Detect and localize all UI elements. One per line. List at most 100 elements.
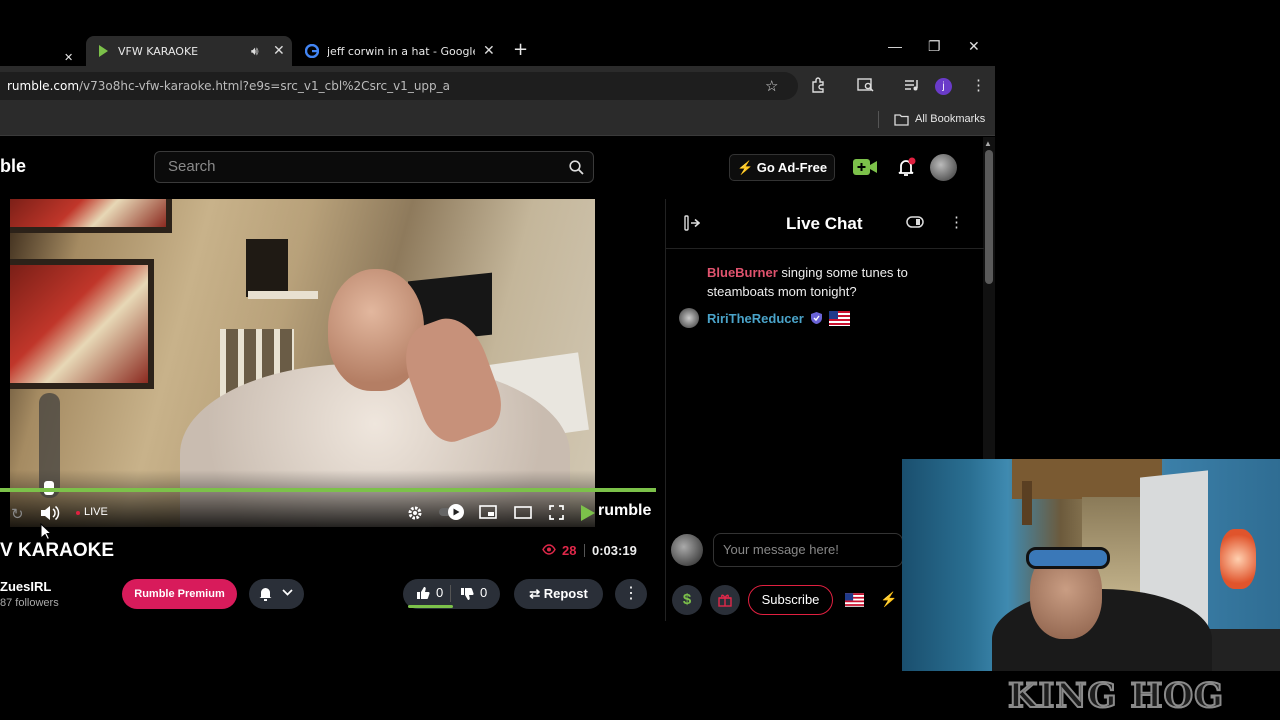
browser-menu-icon[interactable]: ⋮: [971, 76, 986, 94]
chat-menu-icon[interactable]: ⋮: [949, 213, 964, 231]
more-vertical-icon: ⋮: [623, 585, 639, 602]
tab-google-search[interactable]: jeff corwin in a hat - Google Se ✕: [300, 36, 505, 66]
close-tab-icon[interactable]: ✕: [273, 43, 285, 59]
viewer-count: 28: [562, 543, 577, 558]
live-label: LIVE: [84, 506, 108, 518]
site-header: ble Search ⚡ Go Ad-Free: [0, 137, 983, 198]
chat-input-placeholder: Your message here!: [723, 542, 839, 557]
chat-message-input[interactable]: Your message here!: [713, 533, 903, 567]
gift-icon[interactable]: [710, 585, 740, 615]
desk-items: [1202, 629, 1280, 671]
notifications-bell-icon[interactable]: [897, 157, 917, 177]
folder-icon: [894, 113, 909, 126]
theater-mode-icon[interactable]: [514, 506, 532, 519]
repost-label: Repost: [543, 586, 588, 601]
my-chat-avatar: [671, 534, 703, 566]
settings-gear-icon[interactable]: [407, 505, 423, 521]
chat-header: Live Chat ⋮: [666, 199, 984, 249]
moderator-badge-icon: [810, 311, 823, 325]
go-ad-free-button[interactable]: ⚡ Go Ad-Free: [729, 154, 835, 181]
collapse-chat-icon[interactable]: [684, 215, 700, 231]
tab-vfw-karaoke[interactable]: VFW KARAOKE 🔊︎ ✕: [86, 36, 292, 66]
flamingo-lamp: [1220, 529, 1256, 589]
us-flag-icon[interactable]: [845, 593, 864, 607]
progress-bar[interactable]: [0, 488, 656, 492]
chat-popout-icon[interactable]: [906, 214, 924, 230]
notification-settings-button[interactable]: [249, 579, 304, 609]
chat-message: BlueBurner singing some tunes to steambo…: [707, 263, 927, 301]
repost-button[interactable]: ⇄ Repost: [514, 579, 603, 609]
dislike-count: 0: [480, 585, 488, 600]
thumbs-down-icon[interactable]: [460, 587, 474, 601]
chat-author[interactable]: RiriTheReducer: [707, 309, 804, 328]
search-input[interactable]: Search: [154, 151, 594, 183]
tab-search-icon[interactable]: [857, 77, 874, 93]
search-icon[interactable]: [569, 160, 584, 175]
subscribe-button[interactable]: Subscribe: [748, 585, 833, 615]
live-dot: [76, 511, 80, 515]
search-placeholder: Search: [168, 158, 216, 175]
channel-name[interactable]: ZuesIRL: [0, 579, 51, 594]
close-tab-icon[interactable]: ✕: [483, 43, 495, 59]
lightning-icon: ⚡: [736, 160, 754, 175]
divider: [450, 585, 451, 602]
volume-icon[interactable]: [40, 505, 60, 521]
minimize-icon[interactable]: —: [888, 38, 902, 54]
new-tab-button[interactable]: +: [513, 34, 528, 64]
viewers-eye-icon: [542, 544, 556, 555]
more-options-button[interactable]: ⋮: [615, 579, 647, 609]
like-count: 0: [436, 585, 444, 600]
rumble-logo[interactable]: ble: [0, 156, 26, 177]
media-controls-icon[interactable]: [904, 77, 920, 93]
miniplayer-icon[interactable]: [479, 505, 497, 519]
thumbs-up-icon[interactable]: [416, 586, 430, 600]
tab-title: jeff corwin in a hat - Google Se: [327, 44, 475, 58]
rumble-play-logo-icon: [579, 504, 596, 522]
wall-shelf: [248, 291, 318, 299]
streamer-headset: [1026, 547, 1110, 569]
go-ad-free-label: Go Ad-Free: [756, 160, 828, 175]
divider: [878, 111, 879, 128]
profile-avatar[interactable]: j: [935, 78, 952, 95]
replay-icon[interactable]: ↻: [11, 505, 24, 523]
autoplay-toggle[interactable]: [438, 503, 466, 521]
browser-toolbar: rumble.com/v73o8hc-vfw-karaoke.html?e9s=…: [0, 66, 995, 104]
fullscreen-icon[interactable]: [549, 505, 564, 520]
chevron-down-icon: [282, 589, 293, 596]
framed-poster: [10, 199, 172, 233]
scroll-up-icon[interactable]: ▲: [984, 139, 992, 148]
vote-ratio-bar: [408, 605, 453, 608]
lightning-icon[interactable]: ⚡: [880, 591, 897, 608]
restore-icon[interactable]: ❐: [928, 38, 941, 55]
scrollbar-thumb[interactable]: [985, 150, 993, 284]
divider: [584, 544, 585, 557]
king-hog-watermark: KING HOG: [1007, 675, 1225, 717]
chat-title: Live Chat: [786, 214, 863, 233]
go-live-camera-icon[interactable]: [853, 158, 878, 176]
rumble-premium-button[interactable]: Rumble Premium: [122, 579, 237, 609]
user-avatar[interactable]: [930, 154, 957, 181]
rumble-favicon-icon: [96, 44, 110, 58]
chat-author[interactable]: BlueBurner: [707, 265, 778, 280]
video-title: V KARAOKE: [0, 540, 115, 561]
framed-poster: [10, 259, 154, 389]
rant-dollar-icon[interactable]: $: [672, 585, 702, 615]
bookmark-star-icon[interactable]: ☆: [765, 77, 778, 95]
chat-avatar[interactable]: [679, 308, 699, 328]
all-bookmarks-button[interactable]: All Bookmarks: [915, 113, 985, 125]
url-domain: rumble.com: [7, 79, 80, 93]
follower-count: 87 followers: [0, 597, 59, 609]
address-bar[interactable]: rumble.com/v73o8hc-vfw-karaoke.html?e9s=…: [0, 72, 798, 100]
rumble-watermark[interactable]: rumble: [598, 502, 651, 520]
close-window-icon[interactable]: ✕: [968, 38, 980, 55]
mouse-cursor-icon: [40, 523, 52, 541]
url-path: /v73o8hc-vfw-karaoke.html?e9s=src_v1_cbl…: [79, 79, 451, 93]
stream-duration: 0:03:19: [592, 543, 637, 558]
speaker-icon[interactable]: 🔊︎: [251, 44, 259, 59]
extensions-icon[interactable]: [810, 77, 826, 93]
google-favicon-icon: [305, 44, 319, 58]
chat-message: RiriTheReducer: [679, 308, 850, 328]
webcam-overlay: [902, 459, 1280, 671]
repost-icon: ⇄: [529, 586, 541, 601]
tab-title: VFW KARAOKE: [118, 44, 199, 58]
